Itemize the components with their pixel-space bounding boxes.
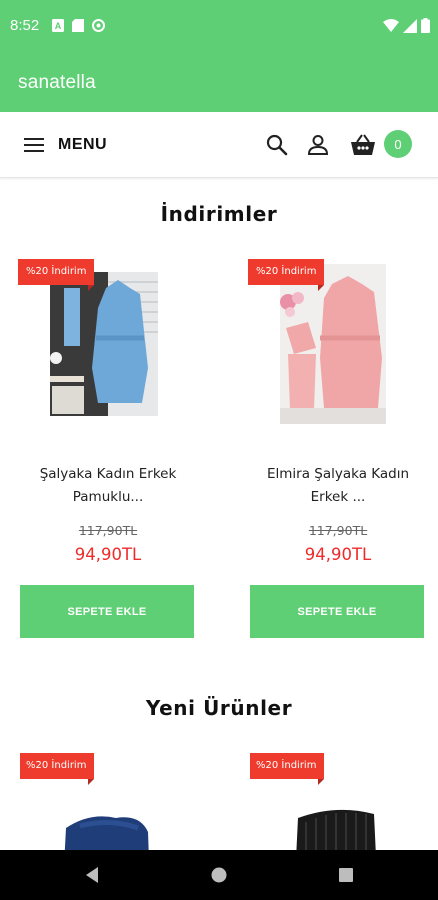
sale-price: 94,90TL: [74, 545, 142, 564]
recents-icon[interactable]: [338, 867, 354, 883]
add-to-cart-button[interactable]: SEPETE EKLE: [250, 585, 424, 638]
product-card[interactable]: %20 İndirim: [250, 752, 426, 850]
section-title-new-products: Yeni Ürünler: [145, 696, 293, 720]
hamburger-icon: [24, 138, 44, 152]
product-name-line2[interactable]: Erkek ...: [250, 486, 426, 508]
back-icon[interactable]: [84, 866, 100, 884]
product-card[interactable]: %20 İndirim Elmira Şalyaka Kadın Erkek .…: [248, 258, 426, 638]
svg-text:A: A: [55, 21, 62, 31]
product-card[interactable]: %20 İndirim: [20, 752, 196, 850]
notification-icons: A: [52, 19, 105, 32]
home-icon[interactable]: [210, 866, 228, 884]
sale-price: 94,90TL: [304, 545, 372, 564]
product-image[interactable]: [20, 258, 196, 448]
sync-icon: [92, 19, 105, 32]
product-name-line1[interactable]: Elmira Şalyaka Kadın: [250, 463, 426, 485]
battery-icon: [421, 18, 430, 33]
discount-tag: %20 İndirim: [18, 259, 95, 291]
store-header: MENU: [0, 112, 438, 178]
search-icon[interactable]: [264, 132, 290, 158]
menu-button[interactable]: MENU: [24, 130, 107, 160]
basket-icon[interactable]: [349, 132, 377, 158]
status-bar: 8:52 A: [0, 0, 438, 54]
section-title-discounts: İndirimler: [160, 202, 278, 226]
discount-tag: %20 İndirim: [248, 259, 325, 291]
app-title: sanatella: [18, 72, 96, 93]
signal-icon: [403, 18, 417, 33]
wifi-icon: [383, 18, 399, 32]
menu-label: MENU: [58, 136, 108, 153]
product-name-line2[interactable]: Pamuklu...: [20, 486, 196, 508]
old-price: 117,90TL: [308, 523, 368, 538]
discount-tag: %20 İndirim: [250, 753, 325, 785]
account-icon[interactable]: [305, 132, 331, 158]
system-navigation-bar: [0, 850, 438, 900]
product-name-line1[interactable]: Şalyaka Kadın Erkek: [20, 463, 196, 485]
notification-a-icon: A: [52, 19, 64, 32]
cart-count-badge[interactable]: 0: [384, 130, 412, 158]
app-bar: sanatella: [0, 54, 438, 112]
discount-tag: %20 İndirim: [20, 753, 95, 785]
old-price: 117,90TL: [78, 523, 138, 538]
sd-card-icon: [72, 19, 84, 32]
add-to-cart-button[interactable]: SEPETE EKLE: [20, 585, 194, 638]
system-icons: [383, 18, 430, 33]
product-card[interactable]: %20 İndirim Şalyaka Kadın Erkek Pamuklu.…: [18, 258, 196, 638]
product-image[interactable]: [250, 258, 426, 448]
status-time: 8:52: [10, 17, 40, 34]
